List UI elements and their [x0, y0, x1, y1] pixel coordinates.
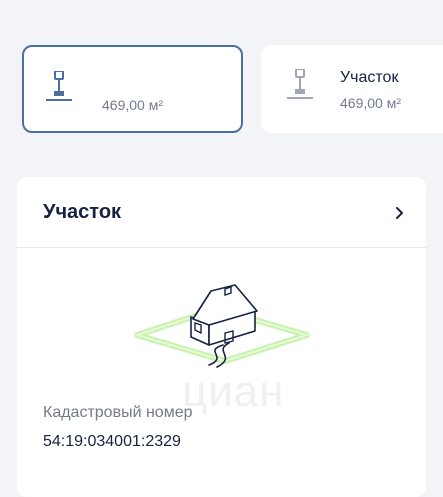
plot-section-card: Участок циан Кадастровый номер 54:19:034…: [17, 177, 426, 497]
plot-option-card-selected[interactable]: 469,00 м²: [22, 45, 243, 133]
blurred-title: [94, 61, 174, 83]
house-on-plot-icon: [133, 273, 313, 378]
plot-option-card[interactable]: Участок 469,00 м²: [261, 45, 443, 133]
card-title: Участок: [340, 69, 399, 86]
section-title: Участок: [43, 201, 122, 223]
card-area: 469,00 м²: [102, 97, 163, 113]
divider: [17, 247, 426, 248]
shovel-icon: [285, 68, 315, 106]
cadastral-number-label: Кадастровый номер: [43, 404, 193, 421]
shovel-icon: [44, 70, 74, 108]
chevron-right-icon[interactable]: [389, 203, 409, 223]
card-area: 469,00 м²: [340, 95, 401, 111]
cadastral-number-value: 54:19:034001:2329: [43, 433, 181, 450]
